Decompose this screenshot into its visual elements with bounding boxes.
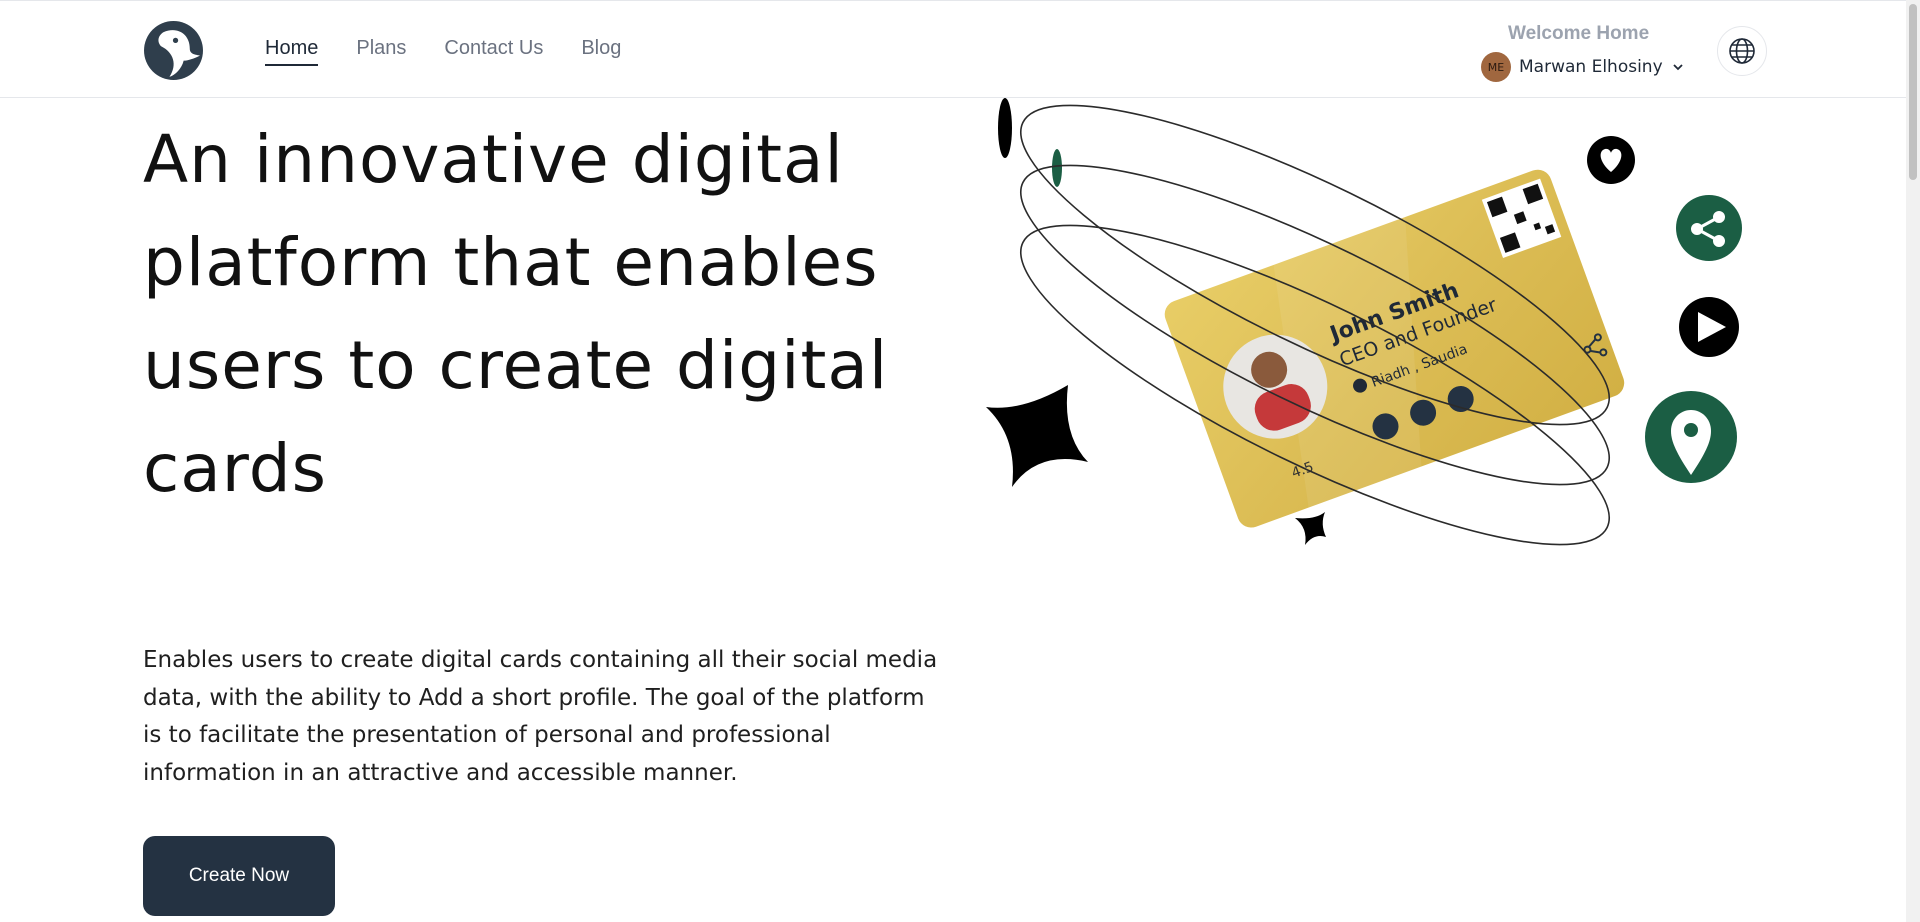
- avatar: ME: [1481, 52, 1511, 82]
- nav-blog[interactable]: Blog: [581, 37, 621, 66]
- globe-icon: [1729, 38, 1755, 64]
- nav-contact-us[interactable]: Contact Us: [444, 37, 543, 66]
- top-navbar: Home Plans Contact Us Blog Welcome Home …: [0, 0, 1920, 98]
- decor-green-oval: [1052, 149, 1062, 187]
- decor-black-oval: [998, 98, 1012, 158]
- decor-star-large: [986, 385, 1088, 487]
- scrollbar[interactable]: [1906, 0, 1920, 922]
- scrollbar-thumb[interactable]: [1909, 4, 1917, 180]
- heart-icon: [1587, 136, 1635, 184]
- play-icon: [1679, 297, 1739, 357]
- business-card: John Smith CEO and Founder Riadh , Saudi…: [1164, 169, 1625, 528]
- map-pin-icon: [1645, 391, 1737, 483]
- main-nav: Home Plans Contact Us Blog: [265, 37, 621, 66]
- create-now-button[interactable]: Create Now: [143, 836, 335, 916]
- nav-plans[interactable]: Plans: [356, 37, 406, 66]
- user-menu[interactable]: ME Marwan Elhosiny: [1481, 52, 1685, 82]
- hero-headline: An innovative digital platform that enab…: [143, 121, 889, 507]
- hero-description: Enables users to create digital cards co…: [143, 647, 938, 786]
- penguin-logo[interactable]: [143, 20, 204, 81]
- hero-illustration: John Smith CEO and Founder Riadh , Saudi…: [986, 98, 1742, 546]
- user-name: Marwan Elhosiny: [1519, 57, 1663, 77]
- welcome-text: Welcome Home: [1508, 23, 1650, 44]
- decor-star-small: [1295, 512, 1326, 545]
- chevron-down-icon: [1673, 64, 1683, 71]
- nav-home[interactable]: Home: [265, 37, 319, 66]
- language-button[interactable]: [1717, 26, 1767, 76]
- share-icon: [1676, 195, 1742, 261]
